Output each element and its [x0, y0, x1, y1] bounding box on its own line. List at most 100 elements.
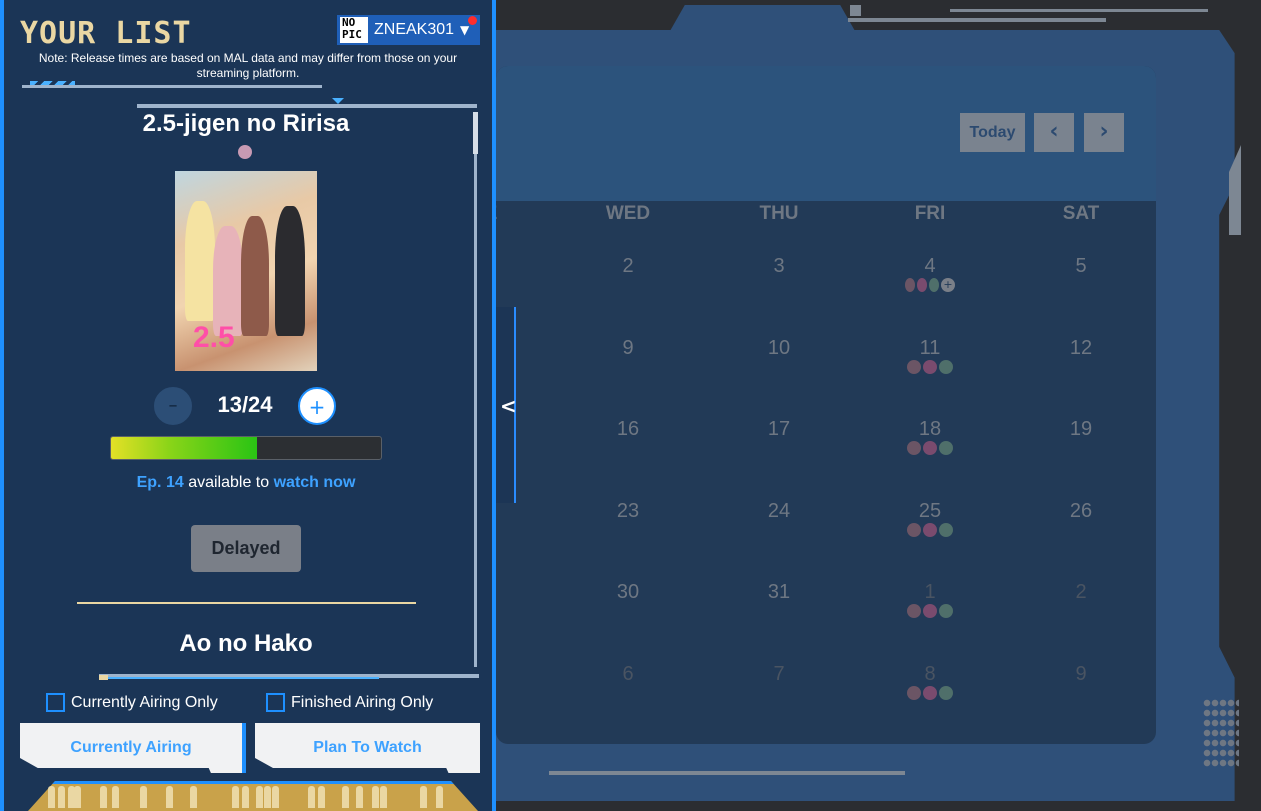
calendar-day[interactable]: 24 [724, 500, 834, 523]
chevron-left-icon[interactable]: ‹ [1034, 113, 1074, 152]
progress-bar [110, 436, 382, 460]
calendar-day[interactable]: 3 [724, 255, 834, 278]
deco-line [99, 677, 379, 679]
calendar-day[interactable]: 30 [573, 581, 683, 604]
footer-pin [112, 786, 119, 808]
anime-dot [907, 686, 921, 700]
footer-pin [272, 786, 279, 808]
anime-dot [939, 360, 953, 374]
calendar-day[interactable]: 8 [875, 663, 985, 686]
anime-dots[interactable] [900, 686, 960, 700]
increment-episode-button[interactable]: + [298, 387, 336, 425]
filter-airing-only[interactable]: Currently Airing Only [46, 693, 218, 712]
available-text: available to [188, 474, 270, 491]
calendar-day[interactable]: 6 [573, 663, 683, 686]
footer-pin [58, 786, 65, 808]
footer-pin [166, 786, 173, 808]
checkbox[interactable] [46, 693, 65, 712]
scrollbar-thumb[interactable] [473, 112, 478, 154]
footer-pin [318, 786, 325, 808]
filter-label: Currently Airing Only [71, 693, 218, 711]
anime-dots[interactable] [900, 441, 960, 455]
entry-divider [77, 602, 416, 604]
footer-pin [190, 786, 197, 808]
tab-currently-airing[interactable]: Currently Airing [20, 723, 242, 773]
calendar-day[interactable]: 25 [875, 500, 985, 523]
footer-pin [264, 786, 271, 808]
footer-pin [232, 786, 239, 808]
app-logo: YOUR LIST [20, 16, 192, 51]
calendar-day[interactable]: 12 [1026, 337, 1136, 360]
decrement-episode-button[interactable]: – [154, 387, 192, 425]
calendar-day[interactable]: 19 [1026, 418, 1136, 441]
user-menu[interactable]: NO PIC ZNEAK301 ▼ [337, 15, 480, 45]
calendar-day[interactable]: 4 [875, 255, 985, 278]
calendar-day[interactable]: 1 [875, 581, 985, 604]
anime-list[interactable]: 2.5-jigen no Ririsa 2.5 – 13/24 + Ep. 14… [22, 108, 478, 668]
calendar-day[interactable]: 5 [1026, 255, 1136, 278]
calendar-day[interactable]: 31 [724, 581, 834, 604]
release-time-note: Note: Release times are based on MAL dat… [38, 51, 458, 80]
anime-dots[interactable] [900, 604, 960, 618]
calendar-day[interactable]: 2 [1026, 581, 1136, 604]
anime-dots[interactable]: + [900, 278, 960, 292]
calendar-topbar [480, 0, 1261, 30]
calendar-day[interactable]: 26 [1026, 500, 1136, 523]
calendar-day[interactable]: 10 [724, 337, 834, 360]
anime-title[interactable]: Ao no Hako [22, 630, 470, 658]
calendar-day[interactable]: 17 [724, 418, 834, 441]
footer-pin [140, 786, 147, 808]
deco-line [22, 85, 322, 88]
poster-figure [213, 226, 243, 336]
calendar-day[interactable]: 23 [573, 500, 683, 523]
collapse-arrow-icon[interactable]: < [500, 394, 517, 418]
weekday-header: WED [605, 203, 651, 224]
episode-progress: 13/24 [217, 392, 273, 417]
poster-figure [185, 201, 215, 321]
footer-pin [242, 786, 249, 808]
deco-line [848, 18, 1106, 22]
deco-square [99, 675, 108, 680]
anime-dot [923, 360, 937, 374]
footer-pin [74, 786, 81, 808]
today-button[interactable]: Today [960, 113, 1025, 152]
anime-dots[interactable] [900, 523, 960, 537]
weekday-header: THU [759, 203, 799, 224]
anime-dots[interactable] [900, 360, 960, 374]
anime-dot [923, 686, 937, 700]
calendar-day[interactable]: 16 [573, 418, 683, 441]
calendar-day[interactable]: 7 [724, 663, 834, 686]
footer-pin [100, 786, 107, 808]
tab-plan-to-watch[interactable]: Plan To Watch [255, 723, 480, 773]
watch-now-link[interactable]: watch now [274, 474, 356, 491]
footer-pin [342, 786, 349, 808]
anime-poster[interactable]: 2.5 [175, 171, 317, 371]
anime-dot [907, 604, 921, 618]
calendar-day[interactable]: 9 [573, 337, 683, 360]
deco-square [850, 5, 861, 16]
progress-fill [111, 437, 257, 459]
filter-label: Finished Airing Only [291, 693, 434, 711]
notification-dot [468, 16, 477, 25]
anime-dot [939, 604, 953, 618]
checkbox[interactable] [266, 693, 285, 712]
scrollbar-track[interactable] [474, 112, 477, 667]
poster-figure [241, 216, 269, 336]
filter-finished-only[interactable]: Finished Airing Only [266, 693, 433, 712]
calendar-day[interactable]: 18 [875, 418, 985, 441]
anime-title[interactable]: 2.5-jigen no Ririsa [22, 110, 470, 138]
chevron-right-icon[interactable]: › [1084, 113, 1124, 152]
calendar-day[interactable]: 9 [1026, 663, 1136, 686]
calendar-day[interactable]: 11 [875, 337, 985, 360]
anime-dot [939, 686, 953, 700]
footer-pin [308, 786, 315, 808]
anime-dot [917, 278, 927, 292]
calendar-day[interactable]: 2 [573, 255, 683, 278]
delayed-status-button[interactable]: Delayed [191, 525, 301, 572]
plus-more-icon[interactable]: + [941, 278, 955, 292]
calendar-header: Today ‹ › [496, 66, 1156, 201]
deco-line [950, 9, 1208, 12]
anime-dot [923, 523, 937, 537]
avatar: NO PIC [340, 17, 368, 43]
triangle-down-icon [332, 98, 344, 104]
